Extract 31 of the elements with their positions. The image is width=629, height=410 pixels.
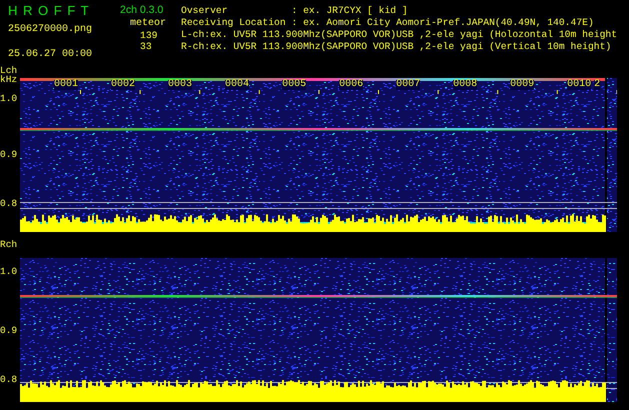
axis-label: 1.0 — [0, 267, 18, 276]
channel-label: Lch — [0, 66, 18, 75]
meteor-count: 139 — [139, 30, 158, 41]
minute-label: 0003 — [168, 80, 192, 90]
minute-label: 0006 — [339, 80, 364, 90]
minute-label: 0008 — [453, 80, 478, 90]
info-line: R-ch:ex. UV5R 113.900Mhz(SAPPORO VOR)USB ,2-ele yagi (Vertical 10m height) — [180, 41, 612, 53]
info-line: L-ch:ex. UV5R 113.900Mhz(SAPPORO VOR)USB ,2-ele yagi (Holozontal 10m height — [180, 29, 618, 41]
minute-label: 0007 — [396, 80, 420, 90]
info-line: Receiving Location : ex. Aomori City Aomori-Pref.JAPAN(40.49N, 140.47E) — [180, 17, 594, 29]
meteor-label: meteor — [129, 18, 166, 30]
minute-label: 0010 — [567, 80, 592, 90]
axis-label: 1.0 — [0, 94, 18, 103]
minute-label: 0009 — [510, 80, 534, 90]
unit-label: kHz — [0, 75, 18, 84]
meteor-count: 33 — [139, 41, 152, 52]
minute-label: 0004 — [225, 80, 250, 90]
axis-label: 0.8 — [0, 375, 18, 384]
minute-label: 0001 — [54, 80, 78, 90]
axis-label: 0.8 — [0, 199, 18, 208]
date-time: 25.06.27 00:00 — [7, 49, 92, 61]
info-line: Ovserver : ex. JR7CYX [ kid ] — [180, 5, 408, 17]
minute-label: 0005 — [282, 80, 306, 90]
app-title: H R O F F T — [7, 3, 90, 18]
file-name: 2506270000.png — [7, 24, 92, 36]
minute-label: 2 — [594, 80, 600, 90]
axis-label: 0.9 — [0, 150, 18, 159]
version-label: 2ch 0.3.0 — [119, 3, 164, 17]
minute-label: 0002 — [111, 80, 136, 90]
channel-label: Rch — [0, 240, 18, 249]
axis-label: 0.9 — [0, 326, 18, 335]
